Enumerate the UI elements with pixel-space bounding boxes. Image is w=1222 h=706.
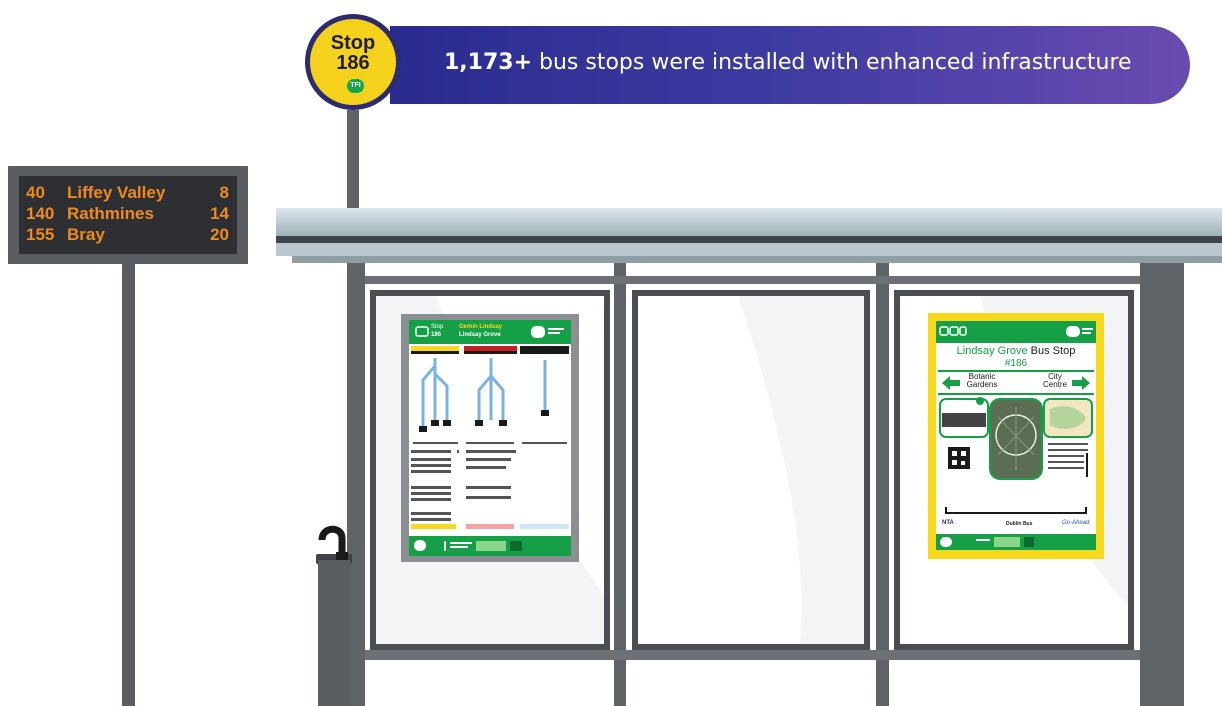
glass-panel-middle: [632, 290, 870, 650]
bin-hook-icon: [318, 525, 348, 560]
timetable-sheet: Stop 186 Gemin Lindsay Lindsay Grove: [409, 320, 571, 556]
rtpi-display: 40 Liffey Valley 8 140 Rathmines 14 155 …: [19, 176, 237, 254]
stop-info-title: Lindsay Grove Bus Stop: [936, 345, 1096, 357]
timetable-footer: [409, 536, 571, 556]
litter-bin: [318, 560, 350, 706]
shelter-roof-edge: [276, 236, 1222, 243]
route-destination: Liffey Valley: [67, 183, 166, 202]
stop-number: #186: [1004, 358, 1028, 369]
direction-left-line2: Gardens: [966, 380, 998, 389]
nta-logo-text: NTA: [942, 520, 954, 526]
shelter-post: [350, 263, 365, 706]
shelter-end-post: [1140, 263, 1184, 706]
transport-mode-icons: [939, 326, 1093, 337]
direction-arrows-icon: [942, 376, 1090, 390]
divider: [938, 393, 1094, 395]
shelter-top-rail: [365, 276, 1140, 284]
stop-sign-label: Stop: [330, 32, 376, 54]
stop-info-header: [936, 321, 1096, 343]
stop-number: 186: [431, 332, 442, 338]
area-maps-illustration: [939, 397, 1093, 480]
direction-right: City Centre: [1040, 373, 1070, 389]
timetable-header: Stop 186 Gemin Lindsay Lindsay Grove: [409, 320, 571, 344]
bus-icon: [415, 326, 429, 337]
due-minutes: 20: [210, 225, 229, 244]
stat-highlight: 1,173+: [444, 50, 533, 75]
info-banner-text: 1,173+ bus stops were installed with enh…: [444, 50, 1132, 75]
shelter-post: [876, 263, 889, 706]
shelter-post: [614, 263, 626, 706]
stop-info-sheet: Lindsay Grove Bus Stop #186 Botanic Garde…: [936, 321, 1096, 550]
timetable-poster: Stop 186 Gemin Lindsay Lindsay Grove: [401, 314, 579, 562]
notice-bracket-icon: [945, 507, 1087, 514]
direction-right-line2: Centre: [1042, 380, 1067, 389]
stop-info-footer: [936, 534, 1096, 550]
shelter-roof-underside: [276, 243, 1222, 256]
route-destination: Rathmines: [67, 204, 154, 223]
tfi-logo-icon: [531, 326, 564, 338]
stop-label: Stop: [431, 324, 444, 330]
stop-name: Lindsay Grove: [956, 345, 1028, 357]
rtpi-row: 155 Bray 20: [26, 225, 229, 245]
route-number: 40: [26, 183, 45, 202]
go-ahead-logo-text: Go-Ahead: [1062, 520, 1090, 526]
glass-reflection-icon: [638, 296, 802, 644]
route-number: 140: [26, 204, 55, 223]
dublin-bus-logo-text: Dublin Bus: [1006, 521, 1033, 527]
footer-logos-icon: [414, 540, 522, 551]
route-destination: Bray: [67, 225, 105, 244]
tfi-logo-icon: TFI: [347, 79, 364, 93]
shelter-roof: [276, 208, 1222, 236]
route-number: 155: [26, 225, 55, 244]
route-maps-illustration: [411, 346, 569, 529]
stop-type: Bus Stop: [1030, 345, 1076, 357]
direction-left: Botanic Gardens: [962, 373, 1002, 389]
rtpi-row: 40 Liffey Valley 8: [26, 183, 229, 203]
divider: [938, 370, 1094, 372]
due-minutes: 8: [219, 183, 229, 202]
shelter-roof-shadow: [292, 256, 1222, 263]
due-minutes: 14: [210, 204, 229, 223]
stop-sign-number: 186: [336, 52, 370, 74]
shelter-bottom-rail: [365, 650, 1140, 660]
stat-description: bus stops were installed with enhanced i…: [532, 50, 1132, 75]
rtpi-pole: [122, 262, 135, 706]
bus-stop-sign: Stop 186 TFI: [305, 14, 401, 110]
footer-logos-icon: [940, 537, 1034, 547]
rtpi-row: 140 Rathmines 14: [26, 204, 229, 224]
stop-name: Lindsay Grove: [459, 332, 501, 338]
stop-name-irish: Gemin Lindsay: [459, 324, 503, 330]
stop-info-poster: Lindsay Grove Bus Stop #186 Botanic Garde…: [928, 313, 1104, 559]
